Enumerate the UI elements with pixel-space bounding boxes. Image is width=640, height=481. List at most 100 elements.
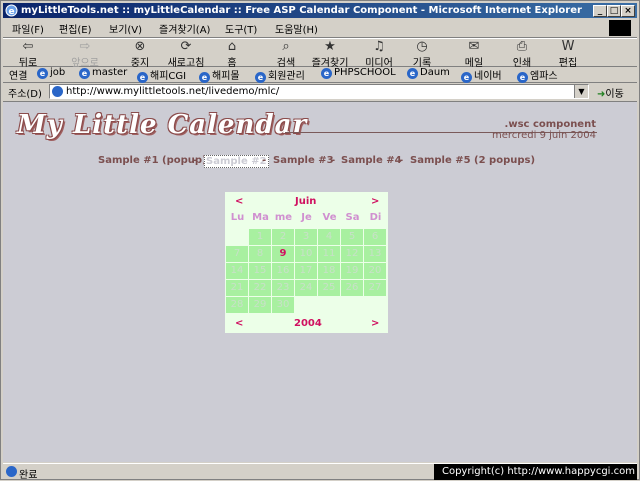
year-label: 2004 — [294, 318, 322, 329]
search-icon: ⌕ — [282, 39, 290, 54]
link-label: Daum — [420, 67, 450, 78]
link-member-admin[interactable]: e 회원관리 — [255, 67, 305, 83]
next-year-button[interactable]: > — [371, 318, 379, 329]
links-bar: 연결 e job e master e 해피CGI e 해피몰 e 회원관리 e PHPSC… — [3, 66, 637, 83]
calendar-day[interactable]: 16 — [272, 263, 294, 279]
windows-logo-icon — [609, 20, 631, 36]
address-input[interactable]: http://www.mylittletools.net/livedemo/ml… — [49, 84, 589, 99]
calendar-day[interactable]: 28 — [226, 297, 248, 313]
prev-year-button[interactable]: < — [235, 318, 243, 329]
media-button[interactable]: ♫ 미디어 — [361, 39, 397, 70]
next-month-button[interactable]: > — [371, 196, 379, 207]
maximize-button[interactable]: □ — [607, 5, 621, 17]
month-label: Juin — [295, 196, 317, 207]
calendar-day[interactable]: 19 — [341, 263, 363, 279]
calendar-day[interactable]: 10 — [295, 246, 317, 262]
calendar-day[interactable]: 26 — [341, 280, 363, 296]
search-button[interactable]: ⌕ 검색 — [273, 39, 299, 70]
favorites-button[interactable]: ★ 즐겨찾기 — [307, 40, 353, 70]
link-label: 해피CGI — [150, 71, 187, 82]
calendar-day[interactable]: 12 — [341, 246, 363, 262]
calendar-day[interactable]: 15 — [249, 263, 271, 279]
calendar-day[interactable]: 8 — [249, 246, 271, 262]
calendar-day[interactable]: 29 — [249, 297, 271, 313]
calendar-day[interactable]: 30 — [272, 297, 294, 313]
ie-page-icon — [6, 466, 17, 477]
calendar-day[interactable]: 1 — [249, 229, 271, 245]
calendar-day[interactable]: 22 — [249, 280, 271, 296]
calendar-day[interactable]: 24 — [295, 280, 317, 296]
link-label: 네이버 — [474, 71, 502, 82]
prev-month-button[interactable]: < — [235, 196, 243, 207]
calendar-day[interactable]: 23 — [272, 280, 294, 296]
stop-icon: ⊗ — [134, 39, 146, 54]
mail-icon: ✉ — [468, 39, 480, 54]
menu-help[interactable]: 도움말(H) — [275, 21, 318, 36]
ie-icon: e — [5, 4, 18, 17]
minimize-button[interactable]: _ — [593, 5, 607, 17]
link-job[interactable]: e job — [37, 67, 65, 79]
menu-edit[interactable]: 편집(E) — [59, 21, 92, 36]
link-label: master — [92, 67, 128, 78]
forward-arrow-icon: ⇨ — [79, 39, 91, 54]
sample-link-2[interactable]: Sample #2 — [204, 155, 269, 168]
link-happycgi[interactable]: e 해피CGI — [137, 67, 186, 83]
calendar-day[interactable]: 27 — [364, 280, 386, 296]
ie-page-icon: e — [199, 72, 210, 83]
calendar-day[interactable]: 4 — [318, 229, 340, 245]
menu-file[interactable]: 파일(F) — [12, 21, 44, 36]
link-master[interactable]: e master — [79, 67, 127, 79]
sample-link-4[interactable]: Sample #4 — [341, 155, 402, 166]
link-daum[interactable]: e Daum — [407, 67, 450, 79]
calendar-day[interactable]: 7 — [226, 246, 248, 262]
chevron-down-icon[interactable]: ▼ — [574, 85, 588, 98]
calendar-day[interactable]: 6 — [364, 229, 386, 245]
sample-link-3[interactable]: Sample #3 — [273, 155, 334, 166]
sample-link-5[interactable]: Sample #5 (2 popups) — [410, 155, 535, 166]
mail-button[interactable]: ✉ 메일 — [461, 39, 487, 70]
svg-text:e: e — [9, 7, 15, 17]
link-phpschool[interactable]: e PHPSCHOOL — [321, 67, 396, 79]
calendar-day[interactable]: 21 — [226, 280, 248, 296]
current-date: mercredi 9 juin 2004 — [491, 130, 596, 141]
ie-page-icon: e — [37, 68, 48, 79]
calendar-day[interactable]: 13 — [364, 246, 386, 262]
close-button[interactable]: × — [621, 5, 635, 17]
calendar-day[interactable]: 11 — [318, 246, 340, 262]
edit-button[interactable]: W 편집 — [555, 40, 581, 70]
print-button[interactable]: ⎙ 인쇄 — [509, 40, 535, 70]
calendar-day-today[interactable]: 9 — [272, 246, 294, 262]
link-naver[interactable]: e 네이버 — [461, 67, 502, 83]
status-bar: 완료 Copyright(c) http://www.happycgi.com — [3, 463, 637, 481]
calendar-day[interactable]: 2 — [272, 229, 294, 245]
separator: - — [193, 155, 198, 166]
back-button[interactable]: ⇦ 뒤로 — [13, 40, 43, 70]
weekday-header: Di — [369, 212, 382, 223]
sample-link-1[interactable]: Sample #1 (popup) — [98, 155, 207, 166]
calendar-day[interactable]: 20 — [364, 263, 386, 279]
ie-page-icon: e — [137, 72, 148, 83]
calendar-day[interactable]: 25 — [318, 280, 340, 296]
calendar-day[interactable]: 18 — [318, 263, 340, 279]
refresh-button[interactable]: ⟳ 새로고침 — [163, 40, 209, 70]
ie-page-icon — [52, 86, 63, 97]
forward-button[interactable]: ⇨ 앞으로 — [67, 39, 103, 70]
calendar-day[interactable]: 14 — [226, 263, 248, 279]
link-happymall[interactable]: e 해피몰 — [199, 67, 240, 83]
menu-view[interactable]: 보기(V) — [109, 21, 142, 36]
go-button[interactable]: ➜이동 — [597, 85, 624, 100]
status-text: 완료 — [19, 470, 38, 481]
address-url: http://www.mylittletools.net/livedemo/ml… — [66, 86, 280, 97]
menu-favorites[interactable]: 즐겨찾기(A) — [159, 21, 210, 36]
link-empas[interactable]: e 엠파스 — [517, 67, 558, 83]
menu-tools[interactable]: 도구(T) — [225, 21, 257, 36]
calendar-day[interactable]: 3 — [295, 229, 317, 245]
media-icon: ♫ — [373, 39, 385, 54]
ie-page-icon: e — [321, 68, 332, 79]
home-button[interactable]: ⌂ 홈 — [221, 40, 243, 70]
stop-button[interactable]: ⊗ 중지 — [127, 39, 153, 70]
calendar-day[interactable]: 5 — [341, 229, 363, 245]
history-button[interactable]: ◷ 기록 — [409, 40, 435, 70]
toolbar: ⇦ 뒤로 ⇨ 앞으로 ⊗ 중지 ⟳ 새로고침 ⌂ 홈 ⌕ 검색 ★ 즐겨찾기 ♫ 미디어 ◷ 기록… — [3, 38, 637, 70]
calendar-day[interactable]: 17 — [295, 263, 317, 279]
